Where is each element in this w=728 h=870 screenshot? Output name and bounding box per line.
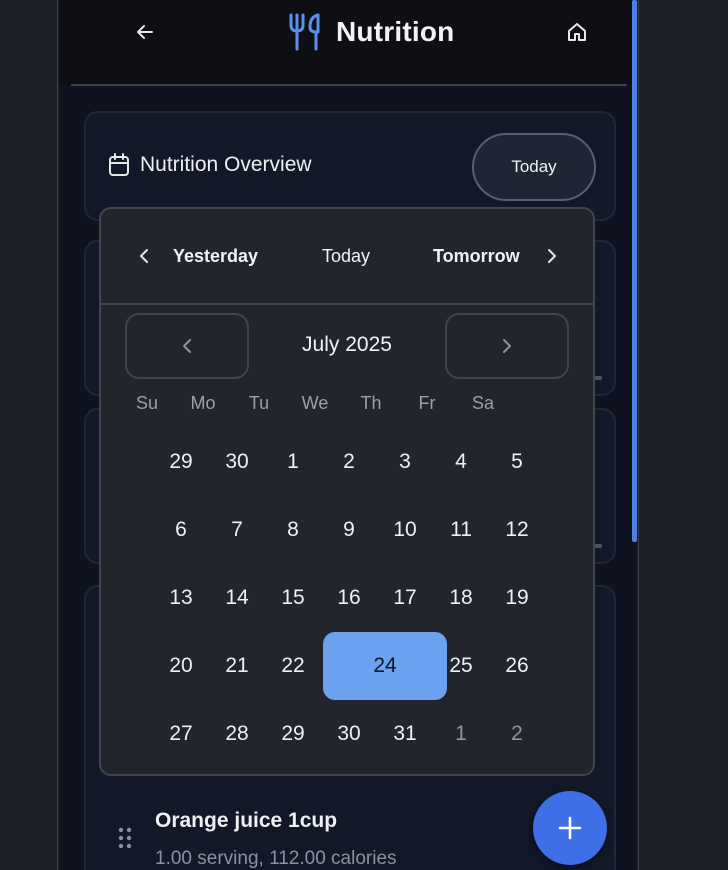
calendar-day[interactable]: 27 [153, 714, 209, 754]
arrow-left-icon [137, 25, 153, 39]
calendar-day[interactable]: 30 [209, 442, 265, 482]
calendar-day[interactable]: 2 [489, 714, 545, 754]
calendar-day[interactable]: 15 [265, 578, 321, 618]
calendar-day[interactable]: 2 [321, 442, 377, 482]
calendar-day[interactable]: 16 [321, 578, 377, 618]
calendar-day[interactable]: 13 [153, 578, 209, 618]
home-icon [568, 23, 586, 41]
outer-background-left [0, 0, 58, 870]
page-title: Nutrition [336, 16, 455, 47]
outer-background-right [638, 0, 728, 870]
calendar-day[interactable]: 14 [209, 578, 265, 618]
weekday-label: Mo [190, 393, 216, 413]
weekday-label: Sa [471, 393, 495, 413]
plus-icon [558, 816, 582, 840]
weekday-label: Fr [418, 393, 436, 413]
add-food-button[interactable] [533, 791, 607, 865]
quick-yesterday[interactable]: Yesterday [173, 246, 258, 267]
calendar-day[interactable]: 17 [377, 578, 433, 618]
overview-label: Nutrition Overview [140, 153, 312, 176]
chevron-right-icon [503, 339, 511, 353]
calendar-day[interactable]: 30 [321, 714, 377, 754]
calendar-day[interactable]: 3 [377, 442, 433, 482]
chevron-right-icon [548, 249, 556, 263]
calendar-day[interactable]: 21 [209, 646, 265, 686]
header-divider [71, 84, 627, 86]
calendar-day[interactable]: 19 [489, 578, 545, 618]
date-picker-popup: Yesterday Today Tomorrow July 2025 Su Mo T… [99, 207, 595, 776]
calendar-day[interactable]: 31 [377, 714, 433, 754]
weekday-label: Su [135, 393, 159, 413]
app-header: Nutrition [59, 0, 637, 85]
scrollbar[interactable] [632, 0, 637, 542]
quick-tomorrow[interactable]: Tomorrow [433, 246, 520, 267]
food-name: Orange juice 1cup [155, 809, 338, 832]
calendar-day[interactable]: 9 [321, 510, 377, 550]
nutrition-overview-card: Nutrition Overview Today [84, 111, 616, 221]
calendar-day[interactable]: 7 [209, 510, 265, 550]
overview-heading: Nutrition Overview [108, 153, 312, 177]
next-month-button[interactable] [445, 313, 569, 379]
weekday-label: Th [360, 393, 382, 413]
weekday-label: We [301, 393, 329, 413]
home-button[interactable] [561, 16, 593, 48]
month-navigation: July 2025 [101, 309, 593, 385]
back-button[interactable] [129, 16, 161, 48]
chevron-left-icon [140, 249, 148, 263]
calendar-day[interactable]: 20 [153, 646, 209, 686]
calendar-day[interactable]: 26 [489, 646, 545, 686]
next-day-button[interactable] [541, 245, 563, 267]
calendar-day[interactable]: 28 [209, 714, 265, 754]
calendar-day[interactable]: 29 [265, 714, 321, 754]
calendar-day[interactable]: 12 [489, 510, 545, 550]
calendar-day[interactable]: 1 [265, 442, 321, 482]
calendar-day[interactable]: 18 [433, 578, 489, 618]
calendar-day[interactable]: 11 [433, 510, 489, 550]
date-select-button[interactable]: Today [472, 133, 596, 201]
drag-handle-icon[interactable] [118, 827, 132, 849]
fork-knife-icon [289, 13, 320, 51]
food-detail: 1.00 serving, 112.00 calories [155, 848, 397, 869]
quick-date-row: Yesterday Today Tomorrow [101, 209, 593, 305]
calendar-day[interactable]: 1 [433, 714, 489, 754]
calendar-day[interactable]: 22 [265, 646, 321, 686]
calendar-day[interactable]: 4 [433, 442, 489, 482]
calendar-day[interactable]: 10 [377, 510, 433, 550]
quick-today[interactable]: Today [322, 246, 370, 267]
weekday-label: Tu [248, 393, 270, 413]
calendar-day[interactable]: 8 [265, 510, 321, 550]
calendar-day[interactable]: 29 [153, 442, 209, 482]
calendar-icon [109, 153, 129, 176]
calendar-day[interactable]: 6 [153, 510, 209, 550]
page-title-group: Nutrition [288, 10, 454, 54]
previous-day-button[interactable] [133, 245, 155, 267]
calendar-day-selected[interactable]: 24 [323, 632, 447, 700]
calendar-day[interactable]: 5 [489, 442, 545, 482]
